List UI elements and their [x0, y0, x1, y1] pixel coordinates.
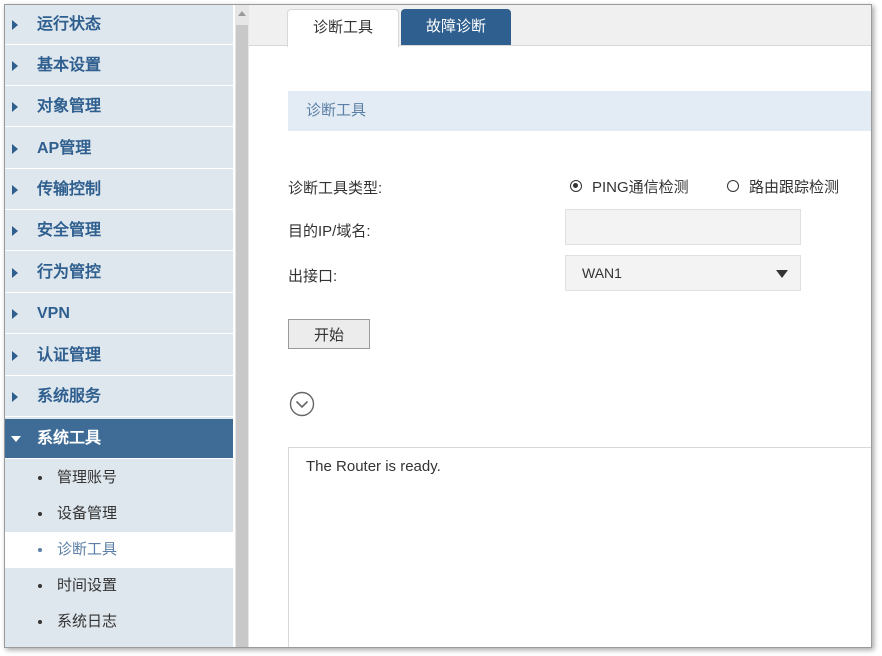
traceroute-radio[interactable] [727, 180, 739, 192]
scrollbar-thumb[interactable] [236, 25, 248, 647]
sidebar-item-system-tools[interactable]: 系统工具 [5, 419, 233, 459]
section-title: 诊断工具 [306, 102, 367, 119]
chevron-right-icon [12, 61, 18, 71]
chevron-right-icon [12, 144, 18, 154]
chevron-right-icon [12, 20, 18, 30]
sidebar-item-label: AP管理 [37, 140, 92, 157]
tab-fault-diagnosis[interactable]: 故障诊断 [401, 9, 511, 45]
chevron-right-icon [12, 102, 18, 112]
submenu-item-label: 系统日志 [57, 613, 118, 630]
sidebar-item-security-management[interactable]: 安全管理 [5, 211, 233, 251]
sidebar-item-label: 认证管理 [37, 347, 102, 364]
ping-radio-label[interactable]: PING通信检测 [592, 176, 689, 197]
sidebar-item-basic-settings[interactable]: 基本设置 [5, 46, 233, 86]
output-text: The Router is ready. [306, 458, 441, 475]
submenu-item-admin-account[interactable]: 管理账号 [5, 460, 233, 496]
dropdown-arrow-icon [776, 270, 788, 278]
diag-type-label: 诊断工具类型: [288, 180, 383, 197]
sidebar-item-label: 基本设置 [37, 57, 102, 74]
bullet-icon [38, 476, 42, 480]
interface-select-value: WAN1 [582, 265, 622, 281]
scroll-up-arrow-icon[interactable] [238, 11, 246, 16]
chevron-right-icon [12, 309, 18, 319]
output-console: The Router is ready. [288, 447, 871, 647]
sidebar-item-label: 行为管控 [37, 264, 102, 281]
sidebar-item-vpn[interactable]: VPN [5, 294, 233, 334]
sidebar-scrollbar[interactable] [235, 5, 249, 647]
chevron-down-icon [11, 436, 21, 442]
target-input[interactable] [565, 209, 801, 245]
sidebar-item-label: 安全管理 [37, 222, 102, 239]
submenu-item-device-management[interactable]: 设备管理 [5, 496, 233, 532]
submenu-item-system-log[interactable]: 系统日志 [5, 604, 233, 640]
ping-radio[interactable] [570, 180, 582, 192]
bullet-icon [38, 548, 42, 552]
interface-label: 出接口: [288, 268, 338, 285]
submenu-item-label: 诊断工具 [57, 541, 118, 558]
sidebar-item-transmission-control[interactable]: 传输控制 [5, 170, 233, 210]
tab-diagnostic-tools[interactable]: 诊断工具 [287, 9, 399, 47]
sidebar-item-label: 系统服务 [37, 388, 102, 405]
submenu-item-label: 时间设置 [57, 577, 118, 594]
submenu-item-label: 管理账号 [57, 469, 118, 486]
sidebar-item-label: 系统工具 [37, 430, 102, 447]
sidebar-item-behavior-control[interactable]: 行为管控 [5, 253, 233, 293]
section-header: 诊断工具 [288, 91, 871, 131]
bullet-icon [38, 512, 42, 516]
chevron-right-icon [12, 351, 18, 361]
submenu-item-label: 设备管理 [57, 505, 118, 522]
sidebar-item-object-management[interactable]: 对象管理 [5, 87, 233, 127]
sidebar-item-label: 传输控制 [37, 181, 102, 198]
target-label: 目的IP/域名: [288, 223, 371, 240]
sidebar-item-ap-management[interactable]: AP管理 [5, 129, 233, 169]
start-button[interactable]: 开始 [288, 319, 370, 349]
chevron-right-icon [12, 268, 18, 278]
submenu-item-diagnostic-tools[interactable]: 诊断工具 [5, 532, 233, 568]
tab-bar: 诊断工具 故障诊断 [249, 5, 871, 47]
chevron-circle-down-icon[interactable] [289, 391, 315, 417]
chevron-right-icon [12, 185, 18, 195]
sidebar: 运行状态 基本设置 对象管理 AP管理 传输控制 安全管理 行为管控 VPN 认… [5, 5, 233, 647]
app-window: 运行状态 基本设置 对象管理 AP管理 传输控制 安全管理 行为管控 VPN 认… [4, 4, 872, 648]
bullet-icon [38, 620, 42, 624]
sidebar-item-system-services[interactable]: 系统服务 [5, 377, 233, 417]
sidebar-item-label: 对象管理 [37, 98, 102, 115]
chevron-right-icon [12, 226, 18, 236]
sidebar-item-label: 运行状态 [37, 16, 102, 33]
sidebar-item-auth-management[interactable]: 认证管理 [5, 336, 233, 376]
main-content: 诊断工具 故障诊断 诊断工具 诊断工具类型: PING通信检测 路由跟踪检测 目… [249, 5, 871, 647]
traceroute-radio-label[interactable]: 路由跟踪检测 [749, 176, 839, 197]
sidebar-item-running-status[interactable]: 运行状态 [5, 5, 233, 45]
sidebar-item-label: VPN [37, 305, 70, 322]
chevron-right-icon [12, 392, 18, 402]
bullet-icon [38, 584, 42, 588]
interface-select[interactable]: WAN1 [565, 255, 801, 291]
submenu-item-time-settings[interactable]: 时间设置 [5, 568, 233, 604]
